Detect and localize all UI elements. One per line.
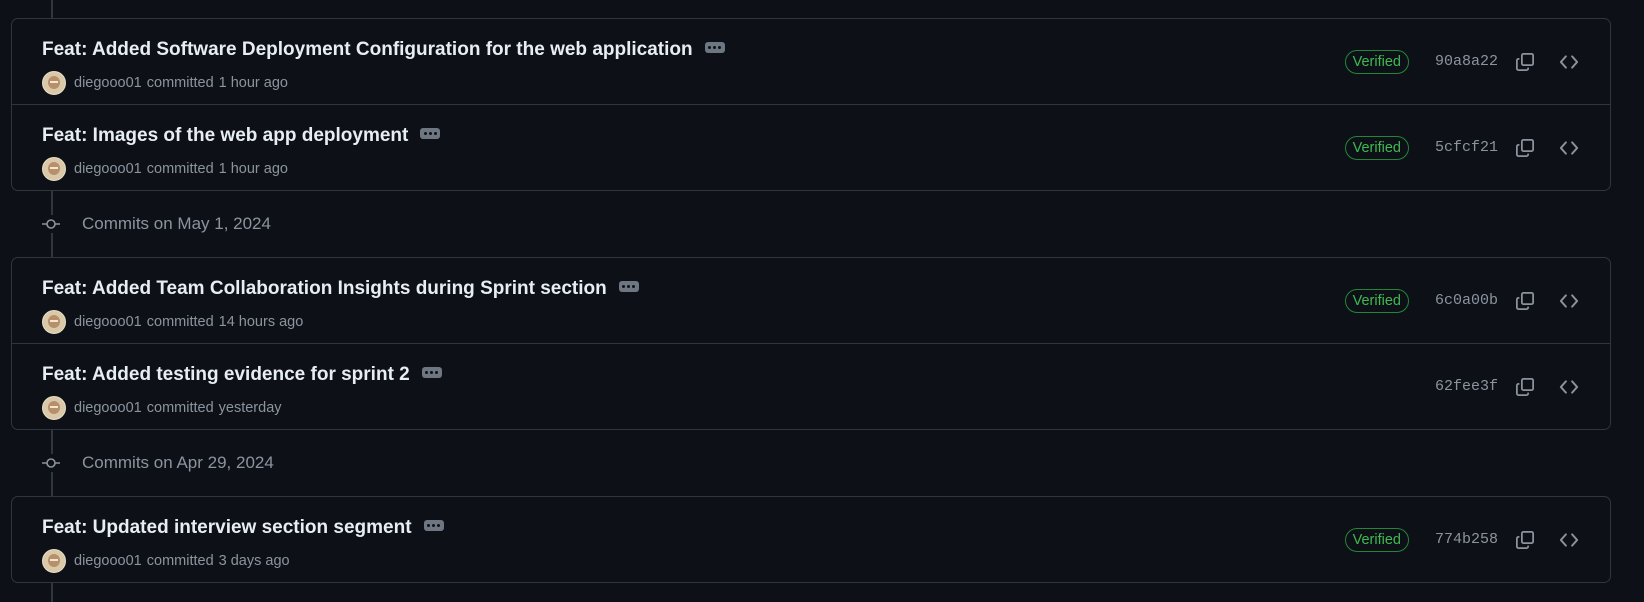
ellipsis-icon[interactable] (704, 41, 725, 53)
commit-group-title: Commits on May 1, 2024 (82, 214, 271, 233)
commit-time: 1 hour ago (218, 75, 288, 91)
commit-title-line: Feat: Added Software Deployment Configur… (42, 39, 725, 61)
commit-time: 3 days ago (218, 553, 290, 569)
commit-group-header: Commits on May 1, 2024 (11, 191, 1611, 257)
git-commit-icon (42, 215, 60, 233)
code-icon[interactable] (1558, 376, 1580, 398)
commit-author-link[interactable]: diegooo01 (74, 400, 142, 416)
ellipsis-icon[interactable] (423, 519, 444, 531)
avatar[interactable] (42, 71, 66, 95)
verified-badge[interactable]: Verified (1344, 288, 1409, 313)
commit-list-card: Feat: Updated interview section segment d… (11, 496, 1611, 583)
copy-icon[interactable] (1514, 51, 1536, 73)
commit-title-line: Feat: Added testing evidence for sprint … (42, 364, 442, 386)
commit-row: Feat: Added Team Collaboration Insights … (12, 258, 1610, 343)
commit-actions: Verified 90a8a22 (1344, 19, 1610, 104)
commit-author-link[interactable]: diegooo01 (74, 314, 142, 330)
avatar[interactable] (42, 310, 66, 334)
commit-verb: committed (146, 553, 214, 569)
commit-actions: Verified 5cfcf21 (1344, 105, 1610, 190)
commit-sha-link[interactable]: 6c0a00b (1435, 292, 1498, 309)
commit-list-card: Feat: Added Software Deployment Configur… (11, 18, 1611, 191)
commit-sha-link[interactable]: 62fee3f (1435, 378, 1498, 395)
commit-list-card: Feat: Added Team Collaboration Insights … (11, 257, 1611, 430)
commit-author-link[interactable]: diegooo01 (74, 75, 142, 91)
commit-group-title: Commits on Apr 29, 2024 (82, 453, 274, 472)
commit-time: 1 hour ago (218, 161, 288, 177)
verified-badge[interactable]: Verified (1344, 49, 1409, 74)
ellipsis-icon[interactable] (618, 280, 639, 292)
copy-icon[interactable] (1514, 137, 1536, 159)
commit-meta: diegooo01 committed 1 hour ago (42, 157, 288, 181)
commit-row: Feat: Images of the web app deployment di… (12, 104, 1610, 190)
git-commit-icon (42, 454, 60, 472)
commit-message-link[interactable]: Feat: Added Software Deployment Configur… (42, 39, 693, 61)
commit-author-link[interactable]: diegooo01 (74, 553, 142, 569)
commit-message-link[interactable]: Feat: Images of the web app deployment (42, 125, 408, 147)
commit-group-header: Commits on Apr 29, 2024 (11, 430, 1611, 496)
code-icon[interactable] (1558, 51, 1580, 73)
commit-sha-link[interactable]: 5cfcf21 (1435, 139, 1498, 156)
commit-row: Feat: Added testing evidence for sprint … (12, 343, 1610, 429)
verified-badge[interactable]: Verified (1344, 527, 1409, 552)
commit-group: Commits on Apr 29, 2024 Feat: Updated int… (11, 430, 1611, 583)
commit-message-link[interactable]: Feat: Updated interview section segment (42, 517, 412, 539)
commit-verb: committed (146, 75, 214, 91)
commit-verb: committed (146, 314, 214, 330)
code-icon[interactable] (1558, 137, 1580, 159)
commit-group: Commits on May 1, 2024 Feat: Added Team C… (11, 191, 1611, 430)
commit-message-link[interactable]: Feat: Added Team Collaboration Insights … (42, 278, 607, 300)
commit-actions: Verified 6c0a00b (1344, 258, 1610, 343)
commit-actions: Verified 774b258 (1344, 497, 1610, 582)
commit-sha-link[interactable]: 774b258 (1435, 531, 1498, 548)
commit-message-link[interactable]: Feat: Added testing evidence for sprint … (42, 364, 410, 386)
copy-icon[interactable] (1514, 290, 1536, 312)
commit-actions: 62fee3f (1435, 344, 1610, 429)
avatar[interactable] (42, 157, 66, 181)
code-icon[interactable] (1558, 290, 1580, 312)
commit-feed: Feat: Added Software Deployment Configur… (11, 0, 1611, 583)
commit-sha-link[interactable]: 90a8a22 (1435, 53, 1498, 70)
commit-meta: diegooo01 committed 3 days ago (42, 549, 290, 573)
commit-author-link[interactable]: diegooo01 (74, 161, 142, 177)
commit-title-line: Feat: Images of the web app deployment (42, 125, 441, 147)
commit-title-line: Feat: Added Team Collaboration Insights … (42, 278, 639, 300)
commit-row: Feat: Added Software Deployment Configur… (12, 19, 1610, 104)
commit-meta: diegooo01 committed 1 hour ago (42, 71, 288, 95)
commit-meta: diegooo01 committed 14 hours ago (42, 310, 303, 334)
commit-row: Feat: Updated interview section segment d… (12, 497, 1610, 582)
copy-icon[interactable] (1514, 376, 1536, 398)
ellipsis-icon[interactable] (420, 127, 441, 139)
avatar[interactable] (42, 549, 66, 573)
verified-badge[interactable]: Verified (1344, 135, 1409, 160)
commit-time: 14 hours ago (218, 314, 304, 330)
avatar[interactable] (42, 396, 66, 420)
commit-group: Feat: Added Software Deployment Configur… (11, 0, 1611, 191)
commit-meta: diegooo01 committed yesterday (42, 396, 282, 420)
commit-verb: committed (146, 161, 214, 177)
commit-verb: committed (146, 400, 214, 416)
ellipsis-icon[interactable] (421, 366, 442, 378)
commit-title-line: Feat: Updated interview section segment (42, 517, 444, 539)
copy-icon[interactable] (1514, 529, 1536, 551)
commit-time: yesterday (218, 400, 282, 416)
code-icon[interactable] (1558, 529, 1580, 551)
